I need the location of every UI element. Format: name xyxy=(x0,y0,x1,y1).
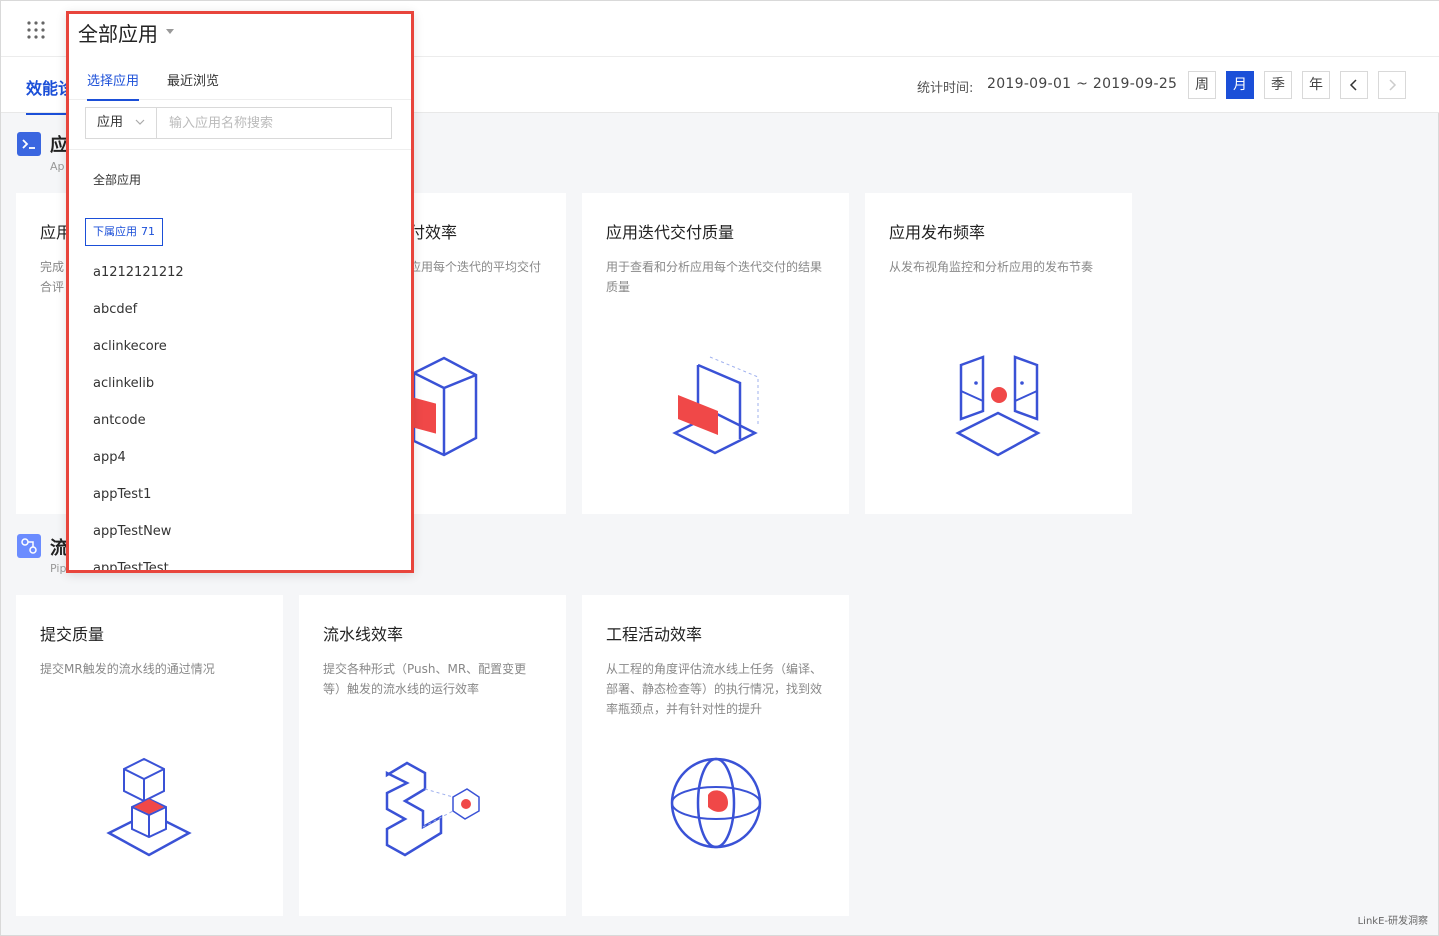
card-pipeline-efficiency[interactable]: 流水线效率 提交各种形式（Push、MR、配置变更 等）触发的流水线的运行效率 xyxy=(299,595,566,916)
card-desc: 应用每个迭代的平均交付 xyxy=(409,260,542,274)
app-option[interactable]: appTestNew xyxy=(93,524,171,539)
period-month-button[interactable]: 月 xyxy=(1226,71,1254,99)
globe-illustration-icon xyxy=(670,757,762,849)
chevron-left-icon xyxy=(1349,79,1357,91)
stat-time-label: 统计时间: xyxy=(917,81,974,96)
quality-illustration-icon xyxy=(672,356,759,455)
period-quarter-button[interactable]: 季 xyxy=(1264,71,1292,99)
card-title: 流水线效率 xyxy=(323,625,404,644)
pipeline-illustration-icon xyxy=(385,761,480,857)
terminal-icon xyxy=(17,132,41,156)
app-option[interactable]: abcdef xyxy=(93,302,137,317)
tab-select-app[interactable]: 选择应用 xyxy=(87,70,140,101)
caret-down-icon[interactable] xyxy=(166,29,174,34)
sub-apps-label: 下属应用 xyxy=(93,225,137,238)
app-option[interactable]: a1212121212 xyxy=(93,265,184,280)
tab-recent[interactable]: 最近浏览 xyxy=(167,70,219,89)
divider xyxy=(69,149,411,150)
card-iteration-quality[interactable]: 应用迭代交付质量 用于查看和分析应用每个迭代交付的结果 质量 xyxy=(582,193,849,514)
section-app-subtitle: Ap xyxy=(50,160,65,173)
card-desc: 从发布视角监控和分析应用的发布节奏 xyxy=(889,260,1094,274)
commit-illustration-icon xyxy=(106,757,192,857)
app-option[interactable]: appTestTest xyxy=(93,561,169,570)
app-option[interactable]: aclinkecore xyxy=(93,339,167,354)
card-title: 应用发布频率 xyxy=(889,223,986,242)
apps-grid-icon[interactable] xyxy=(27,21,45,39)
app-search-input[interactable] xyxy=(158,108,391,138)
option-all-apps[interactable]: 全部应用 xyxy=(93,171,141,188)
app-option[interactable]: antcode xyxy=(93,413,146,428)
card-desc: 提交各种形式（Push、MR、配置变更 等）触发的流水线的运行效率 xyxy=(323,662,527,696)
search-type-select[interactable]: 应用 xyxy=(86,108,157,138)
period-year-button[interactable]: 年 xyxy=(1302,71,1330,99)
card-engineering-activity[interactable]: 工程活动效率 从工程的角度评估流水线上任务（编译、 部署、静态检查等）的执行情况，… xyxy=(582,595,849,916)
chevron-right-icon xyxy=(1389,79,1397,91)
dropdown-tabs: 选择应用 最近浏览 xyxy=(69,58,411,101)
app-option[interactable]: app4 xyxy=(93,450,126,465)
card-desc: 从工程的角度评估流水线上任务（编译、 部署、静态检查等）的执行情况，找到效 率瓶颈点… xyxy=(606,662,823,716)
sub-apps-count: 71 xyxy=(141,225,155,238)
chevron-down-icon xyxy=(135,119,145,125)
cube-illustration-icon xyxy=(410,356,478,457)
card-title: 应用迭代交付质量 xyxy=(606,223,735,242)
date-range[interactable]: 2019-09-01 ~ 2019-09-25 xyxy=(987,76,1177,92)
card-desc: 完成 合评 xyxy=(40,260,65,294)
card-title: 提交质量 xyxy=(40,625,105,644)
card-desc: 提交MR触发的流水线的通过情况 xyxy=(40,662,215,676)
card-desc: 用于查看和分析应用每个迭代交付的结果 质量 xyxy=(606,260,823,294)
watermark: LinkE-研发洞察 xyxy=(1357,916,1428,927)
pipeline-icon xyxy=(17,534,41,558)
period-week-button[interactable]: 周 xyxy=(1188,71,1216,99)
release-illustration-icon xyxy=(955,355,1041,457)
card-release-frequency[interactable]: 应用发布频率 从发布视角监控和分析应用的发布节奏 xyxy=(865,193,1132,514)
app-option[interactable]: appTest1 xyxy=(93,487,151,502)
next-period-button[interactable] xyxy=(1378,71,1406,99)
app-option[interactable]: aclinkelib xyxy=(93,376,154,391)
sub-apps-tag[interactable]: 下属应用 71 xyxy=(85,218,163,246)
app-search-box: 应用 xyxy=(85,107,392,139)
card-commit-quality[interactable]: 提交质量 提交MR触发的流水线的通过情况 xyxy=(16,595,283,916)
prev-period-button[interactable] xyxy=(1340,71,1368,99)
app-selector-dropdown[interactable]: 全部应用 选择应用 最近浏览 应用 全部应用 下属应用 71 a121212121… xyxy=(66,11,414,573)
card-title: 付效率 xyxy=(409,223,458,242)
app-selector-value[interactable]: 全部应用 xyxy=(78,18,158,47)
card-title: 工程活动效率 xyxy=(606,625,703,644)
